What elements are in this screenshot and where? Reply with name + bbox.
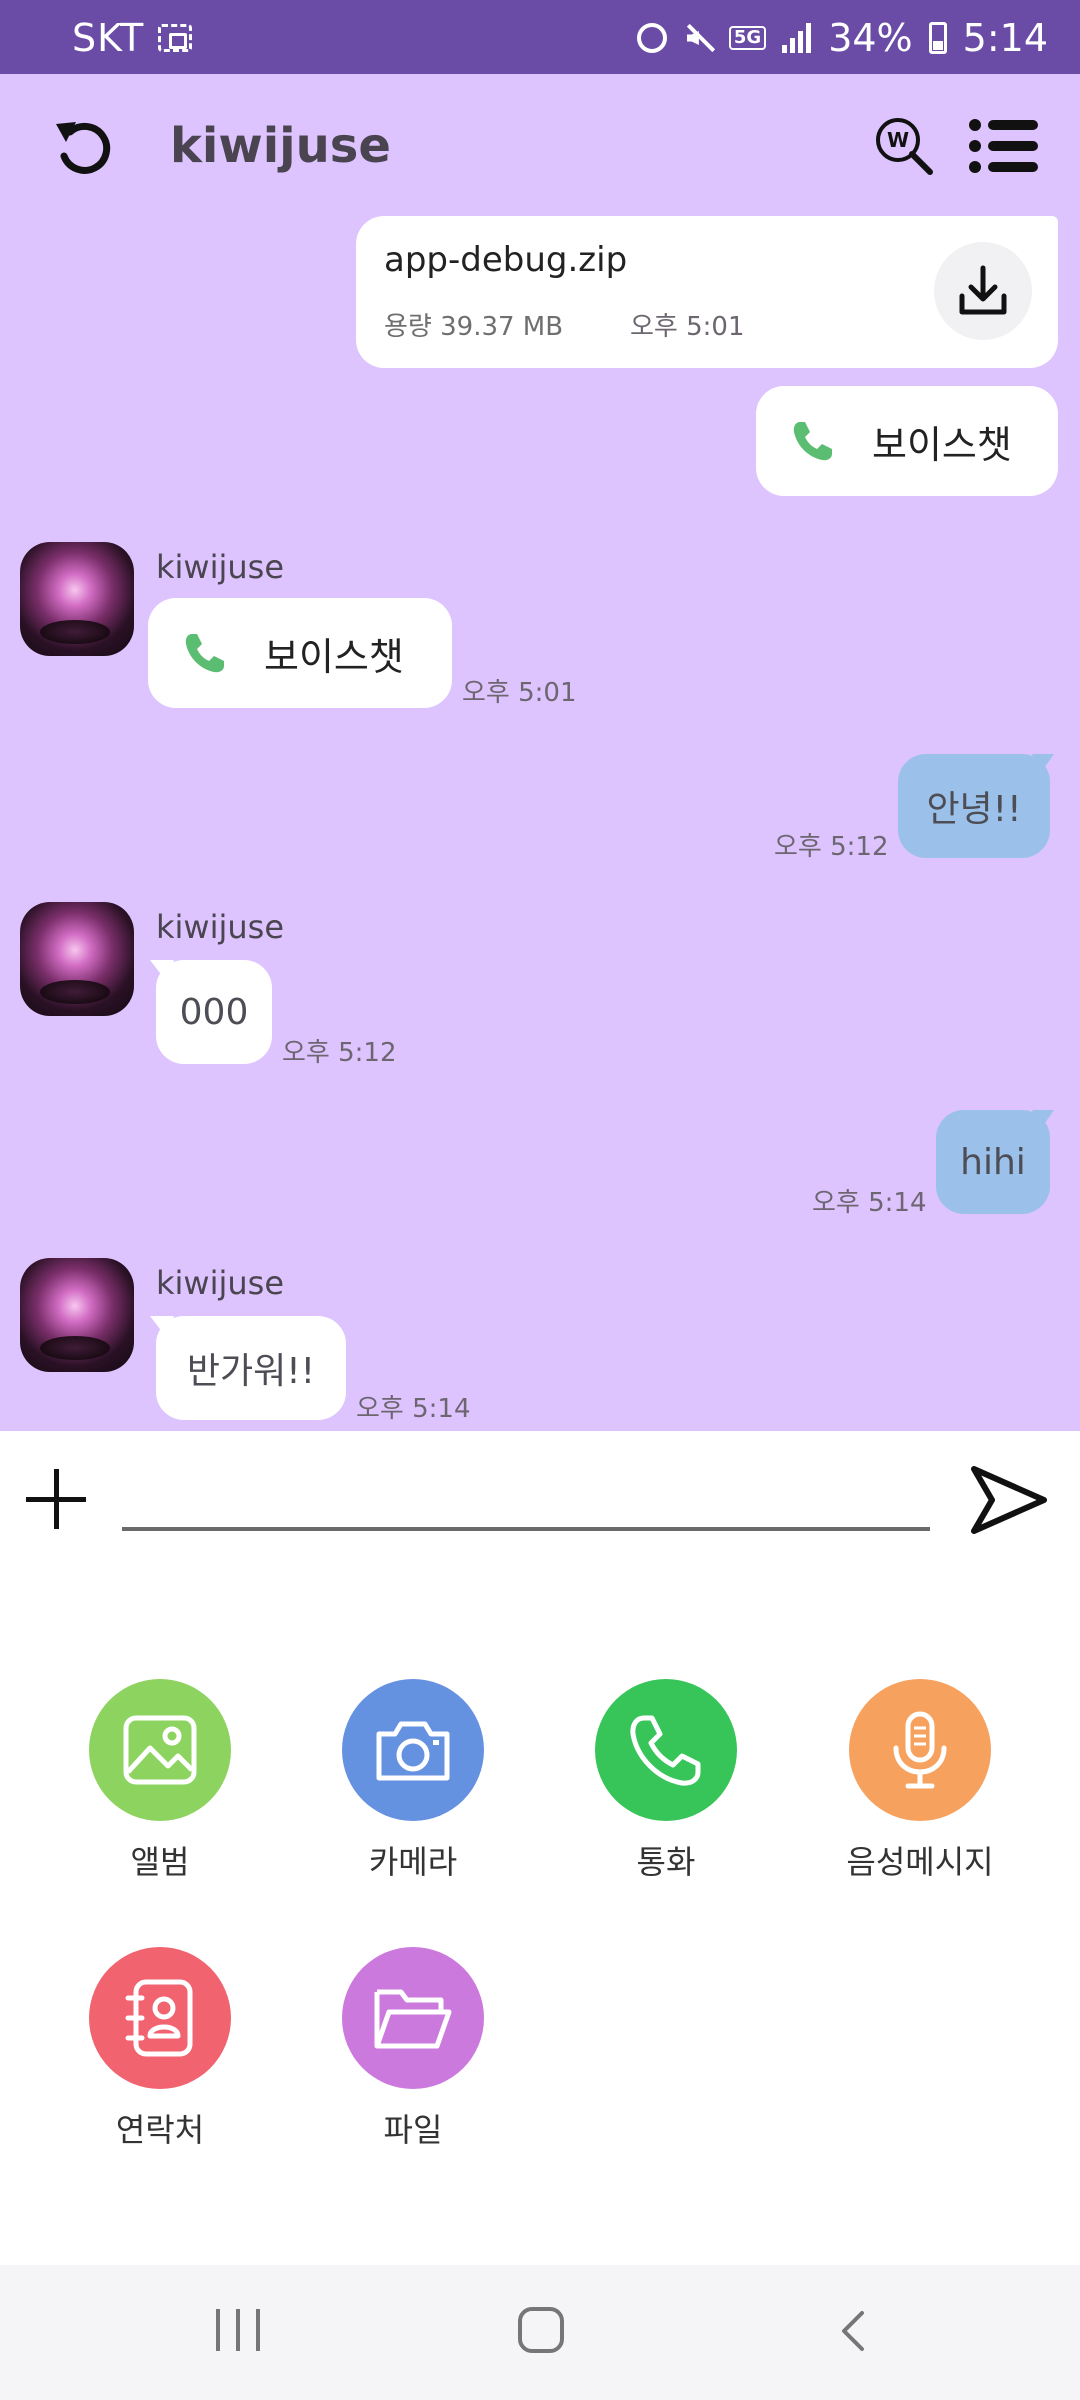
voice-chat-label: 보이스챗: [872, 422, 1012, 467]
microphone-icon: [893, 1711, 947, 1789]
album-label: 앨범: [130, 1843, 190, 1881]
battery-icon: [928, 22, 947, 54]
contacts-label: 연락처: [115, 2111, 205, 2149]
status-bar: SKT 5G 34% 5:14: [0, 0, 1080, 74]
camera-label: 카메라: [368, 1843, 458, 1881]
their-message[interactable]: 반가워!!: [156, 1316, 346, 1420]
contact-book-icon: [125, 1979, 193, 2057]
back-icon[interactable]: [834, 2309, 874, 2353]
file-circle[interactable]: [342, 1947, 484, 2089]
message-time: 오후 5:12: [774, 832, 889, 862]
call-button[interactable]: 통화: [566, 1679, 766, 1883]
voice-chat-message[interactable]: 보이스챗: [756, 386, 1058, 496]
my-message[interactable]: hihi: [936, 1110, 1050, 1214]
file-message[interactable]: app-debug.zip 용량 39.37 MB: [356, 216, 1058, 368]
recent-apps-icon[interactable]: [216, 2309, 260, 2353]
their-message[interactable]: 000: [156, 960, 272, 1064]
call-label: 통화: [636, 1843, 696, 1881]
voice-chat-label: 보이스챗: [264, 634, 404, 679]
voice-message-label: 음성메시지: [846, 1843, 994, 1881]
svg-text:W: W: [887, 128, 909, 152]
call-circle[interactable]: [595, 1679, 737, 1821]
list-menu-icon[interactable]: [968, 118, 1038, 174]
message-time: 오후 5:01: [630, 312, 745, 342]
avatar[interactable]: [20, 902, 134, 1016]
camera-circle[interactable]: [342, 1679, 484, 1821]
clock: 5:14: [962, 16, 1048, 60]
contacts-button[interactable]: 연락처: [60, 1947, 260, 2151]
file-button[interactable]: 파일: [313, 1947, 513, 2151]
phone-icon: [185, 634, 224, 673]
file-label: 파일: [383, 2111, 443, 2149]
message-time: 오후 5:12: [282, 1038, 397, 1068]
voice-chat-message[interactable]: 보이스챗: [148, 598, 452, 708]
signal-icon: [782, 23, 812, 53]
message-input[interactable]: [122, 1471, 930, 1531]
file-name: app-debug.zip: [384, 240, 628, 280]
refresh-icon[interactable]: [52, 116, 114, 178]
status-icons: 5G 34% 5:14: [636, 14, 1048, 62]
file-size: 용량 39.37 MB: [384, 312, 564, 342]
battery-percent: 34%: [828, 16, 913, 60]
home-icon[interactable]: [518, 2307, 564, 2353]
phone-icon: [630, 1715, 701, 1786]
album-circle[interactable]: [89, 1679, 231, 1821]
message-input-bar: [0, 1431, 1080, 1581]
folder-icon: [374, 1989, 452, 2049]
message-time: 오후 5:01: [462, 678, 577, 708]
chat-title: kiwijuse: [170, 118, 391, 174]
send-icon[interactable]: [968, 1463, 1050, 1537]
plus-icon[interactable]: [26, 1469, 86, 1529]
carrier-label: SKT: [72, 16, 145, 60]
camera-button[interactable]: 카메라: [313, 1679, 513, 1883]
mute-icon: [683, 23, 713, 53]
alarm-icon: [636, 23, 667, 53]
sender-name: kiwijuse: [156, 908, 285, 946]
system-navigation-bar: [0, 2265, 1080, 2400]
attachment-menu: 앨범 카메라 통화 음성메시지 연락처 파일: [0, 1581, 1080, 2265]
camera-icon: [376, 1721, 450, 1781]
network-type-icon: 5G: [728, 26, 767, 50]
download-icon: [959, 265, 1007, 315]
image-icon: [123, 1715, 197, 1785]
phone-icon: [793, 422, 832, 461]
message-time: 오후 5:14: [356, 1394, 471, 1424]
chat-header: kiwijuse W: [0, 74, 1080, 214]
contacts-circle[interactable]: [89, 1947, 231, 2089]
my-message[interactable]: 안녕!!: [898, 754, 1050, 858]
voice-message-circle[interactable]: [849, 1679, 991, 1821]
message-time: 오후 5:14: [812, 1188, 927, 1218]
sender-name: kiwijuse: [156, 548, 285, 586]
download-button[interactable]: [934, 242, 1032, 340]
sender-name: kiwijuse: [156, 1264, 285, 1302]
voice-message-button[interactable]: 음성메시지: [820, 1679, 1020, 1883]
album-button[interactable]: 앨범: [60, 1679, 260, 1883]
chat-area[interactable]: kiwijuse W app-debug.zip 용량 39.37 MB 오후 …: [0, 74, 1080, 1431]
screen-record-icon: [158, 24, 192, 52]
avatar[interactable]: [20, 1258, 134, 1372]
avatar[interactable]: [20, 542, 134, 656]
search-word-icon[interactable]: W: [872, 114, 936, 178]
